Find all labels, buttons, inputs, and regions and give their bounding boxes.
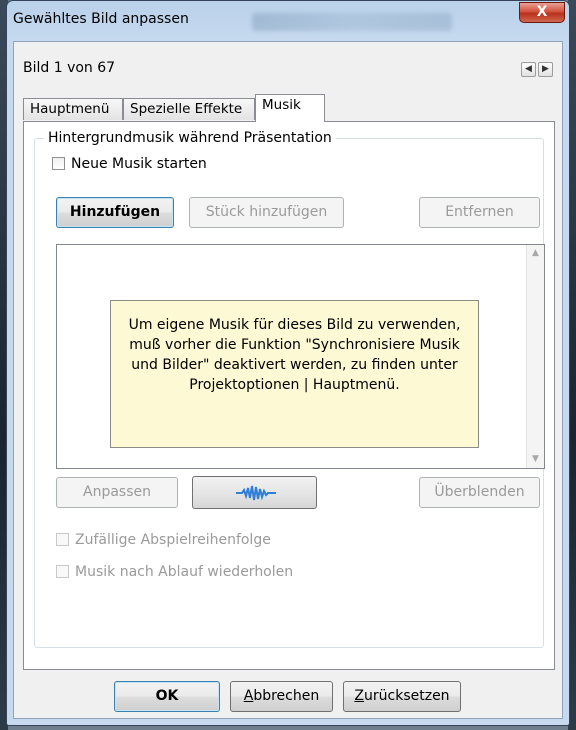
list-scrollbar[interactable]: ▲ ▼ xyxy=(526,245,544,468)
sync-info-notice: Um eigene Musik für dieses Bild zu verwe… xyxy=(110,300,479,448)
background-music-group: Hintergrundmusik während Präsentation Ne… xyxy=(34,130,545,648)
tab-main-menu[interactable]: Hauptmenü xyxy=(23,98,123,120)
repeat-music-checkbox[interactable] xyxy=(56,565,69,578)
tab-music[interactable]: Musik xyxy=(255,94,325,122)
previous-image-button[interactable]: ◀ xyxy=(521,62,536,77)
arrow-right-icon: ▶ xyxy=(542,64,549,74)
cancel-label-rest: bbrechen xyxy=(253,688,320,704)
reset-button[interactable]: Zurücksetzen xyxy=(343,681,461,712)
close-button[interactable]: X xyxy=(519,2,565,23)
random-order-checkbox[interactable] xyxy=(56,533,69,546)
next-image-button[interactable]: ▶ xyxy=(538,62,553,77)
group-title: Hintergrundmusik während Präsentation xyxy=(44,130,336,146)
window-title: Gewähltes Bild anpassen xyxy=(13,11,189,27)
waveform-button[interactable] xyxy=(192,476,317,509)
scroll-up-icon[interactable]: ▲ xyxy=(527,245,544,262)
arrow-left-icon: ◀ xyxy=(525,64,532,74)
adjust-button[interactable]: Anpassen xyxy=(56,477,178,508)
dialog-client-area: Bild 1 von 67 ◀ ▶ Hauptmenü Spezielle Ef… xyxy=(13,41,563,719)
repeat-music-checkbox-row[interactable]: Musik nach Ablauf wiederholen xyxy=(56,564,293,580)
crossfade-button[interactable]: Überblenden xyxy=(419,477,540,508)
random-order-label: Zufällige Abspielreihenfolge xyxy=(75,532,271,548)
title-bar-background-blur xyxy=(252,13,452,31)
new-music-checkbox-row[interactable]: Neue Musik starten xyxy=(52,156,207,172)
remove-button[interactable]: Entfernen xyxy=(419,197,540,228)
new-music-checkbox[interactable] xyxy=(52,157,65,170)
ok-button[interactable]: OK xyxy=(114,681,220,712)
cancel-accesskey: A xyxy=(243,688,254,704)
music-list[interactable]: ▲ ▼ Um eigene Musik für dieses Bild zu v… xyxy=(56,244,545,469)
reset-accesskey: Z xyxy=(354,688,365,704)
dialog-window: Gewähltes Bild anpassen X Bild 1 von 67 … xyxy=(6,0,570,726)
audio-waveform-icon xyxy=(236,485,276,501)
add-track-button[interactable]: Stück hinzufügen xyxy=(189,197,344,228)
tab-special-effects[interactable]: Spezielle Effekte xyxy=(123,98,255,120)
repeat-music-label: Musik nach Ablauf wiederholen xyxy=(75,564,294,580)
reset-label-rest: urücksetzen xyxy=(364,688,450,704)
random-order-checkbox-row[interactable]: Zufällige Abspielreihenfolge xyxy=(56,532,271,548)
new-music-label: Neue Musik starten xyxy=(71,156,207,172)
cancel-button[interactable]: Abbrechen xyxy=(230,681,333,712)
image-counter: Bild 1 von 67 xyxy=(23,60,116,76)
music-tab-panel: Hintergrundmusik während Präsentation Ne… xyxy=(23,121,555,670)
title-bar: Gewähltes Bild anpassen X xyxy=(7,1,569,41)
scroll-down-icon[interactable]: ▼ xyxy=(527,451,544,468)
add-button[interactable]: Hinzufügen xyxy=(56,197,174,228)
